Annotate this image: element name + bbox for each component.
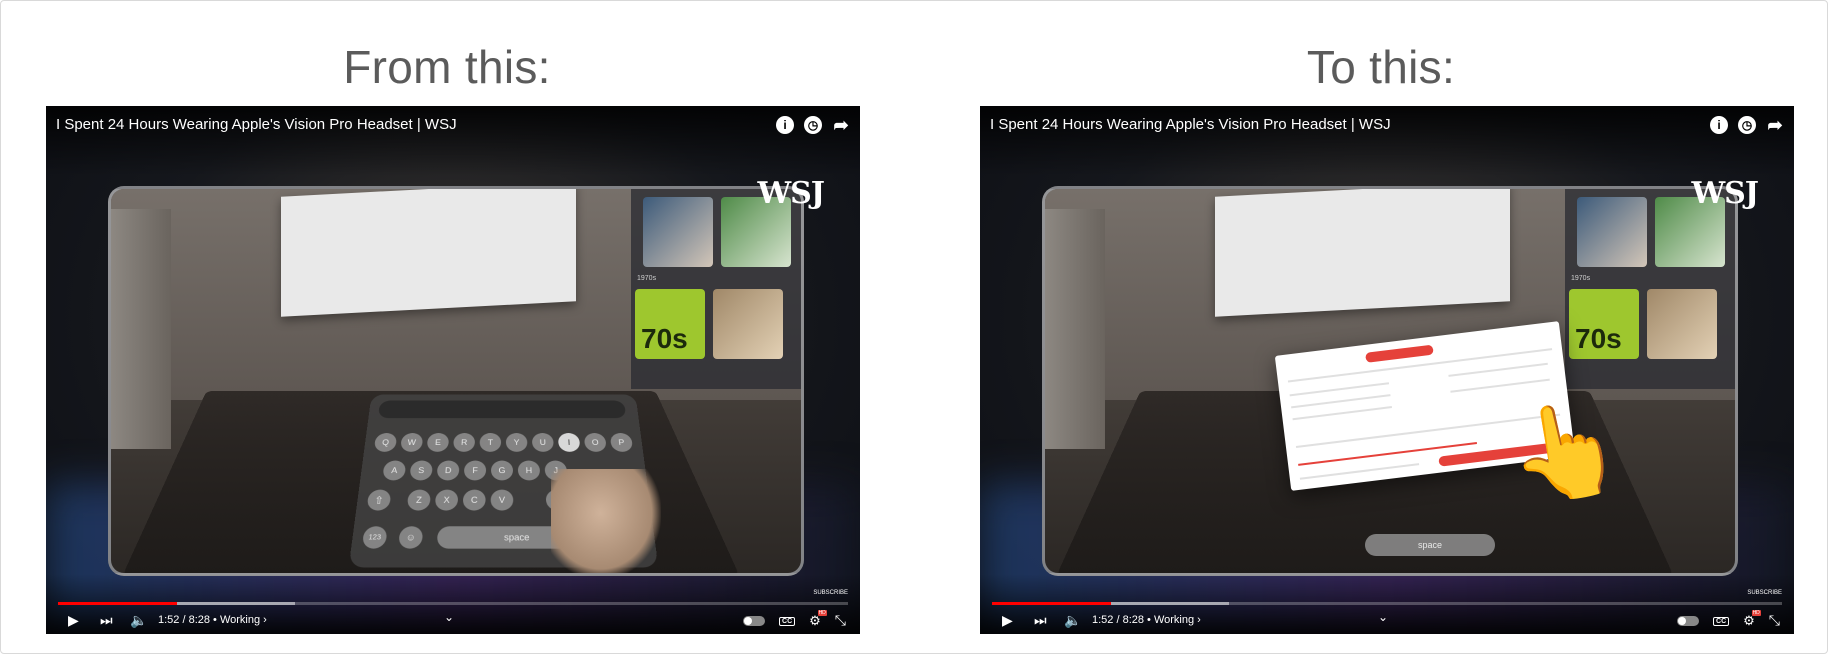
- control-bar: ▶ ⏭ 🔈 1:52 / 8:28 • Working › ⌄ CC ⚙ HD ⤡: [980, 610, 1794, 632]
- key: C: [463, 490, 486, 511]
- music-row-label: 1970s: [1571, 275, 1590, 282]
- key: Q: [374, 433, 397, 452]
- key: O: [584, 433, 607, 452]
- title-bar: I Spent 24 Hours Wearing Apple's Vision …: [46, 106, 860, 176]
- info-icon[interactable]: i: [776, 116, 794, 134]
- space-key: space: [1365, 534, 1495, 556]
- progress-bar[interactable]: [58, 602, 848, 605]
- progress-played: [992, 602, 1111, 605]
- album-cover: [1647, 289, 1717, 359]
- title-bar: I Spent 24 Hours Wearing Apple's Vision …: [980, 106, 1794, 176]
- selected-tab: [1365, 345, 1434, 363]
- key: F: [464, 461, 486, 481]
- video-frame[interactable]: 1970s 70s space WSJ 👆: [980, 106, 1794, 634]
- music-panel: 1970s 70s: [631, 189, 801, 389]
- virtual-window: [1215, 186, 1510, 317]
- subscribe-watermark[interactable]: SUBSCRIBE: [1747, 590, 1782, 596]
- video-title[interactable]: I Spent 24 Hours Wearing Apple's Vision …: [56, 116, 457, 133]
- video-player-after[interactable]: 1970s 70s space WSJ 👆 I Spent 24 Hours W…: [980, 106, 1794, 634]
- next-icon[interactable]: ⏭: [1034, 612, 1047, 630]
- album-cover: [1577, 197, 1647, 267]
- key: H: [518, 461, 540, 481]
- key: S: [409, 461, 432, 481]
- virtual-window: [281, 186, 576, 317]
- info-icon[interactable]: i: [1710, 116, 1728, 134]
- key: P: [610, 433, 633, 452]
- next-icon[interactable]: ⏭: [100, 612, 113, 630]
- pointing-hand-icon: 👆: [1501, 397, 1630, 507]
- album-cover: [643, 197, 713, 267]
- album-cover: 70s: [1569, 289, 1639, 359]
- play-icon[interactable]: ▶: [68, 612, 79, 630]
- cc-icon[interactable]: CC: [1713, 617, 1729, 626]
- video-frame[interactable]: 1970s 70s Q W E R T Y U I O P A S D F G: [46, 106, 860, 634]
- time-display[interactable]: 1:52 / 8:28 • Working ›: [158, 614, 267, 626]
- key: W: [400, 433, 423, 452]
- keyboard-input-bar: [378, 401, 626, 419]
- cc-icon[interactable]: CC: [779, 617, 795, 626]
- album-cover: 70s: [635, 289, 705, 359]
- key: U: [532, 433, 554, 452]
- to-heading: To this:: [974, 40, 1788, 94]
- progress-played: [58, 602, 177, 605]
- volume-icon[interactable]: 🔈: [1064, 612, 1081, 630]
- top-actions: i ◷ ➦: [776, 116, 850, 134]
- autoplay-toggle-icon[interactable]: [1677, 616, 1699, 626]
- key: X: [435, 490, 459, 511]
- key: T: [480, 433, 502, 452]
- key: R: [453, 433, 475, 452]
- time-display[interactable]: 1:52 / 8:28 • Working ›: [1092, 614, 1201, 626]
- video-player-before[interactable]: 1970s 70s Q W E R T Y U I O P A S D F G: [46, 106, 860, 634]
- top-actions: i ◷ ➦: [1710, 116, 1784, 134]
- album-cover: [713, 289, 783, 359]
- key: E: [427, 433, 450, 452]
- key: G: [491, 461, 513, 481]
- key: Y: [506, 433, 528, 452]
- clock-icon[interactable]: ◷: [804, 116, 822, 134]
- from-heading: From this:: [40, 40, 854, 94]
- key: I: [558, 433, 581, 452]
- wsj-logo: WSJ: [1691, 176, 1758, 211]
- video-title[interactable]: I Spent 24 Hours Wearing Apple's Vision …: [990, 116, 1391, 133]
- chevron-down-icon[interactable]: ⌄: [1378, 610, 1388, 624]
- share-icon[interactable]: ➦: [832, 116, 850, 134]
- clock-icon[interactable]: ◷: [1738, 116, 1756, 134]
- volume-icon[interactable]: 🔈: [130, 612, 147, 630]
- key: A: [382, 461, 406, 481]
- exit-fullscreen-icon[interactable]: ⤡: [1769, 612, 1780, 630]
- chevron-down-icon[interactable]: ⌄: [444, 610, 454, 624]
- control-bar: ▶ ⏭ 🔈 1:52 / 8:28 • Working › ⌄ CC ⚙ HD ⤡: [46, 610, 860, 632]
- key: D: [437, 461, 460, 481]
- wsj-logo: WSJ: [757, 176, 824, 211]
- progress-bar[interactable]: [992, 602, 1782, 605]
- emoji-key: ☺: [398, 526, 423, 548]
- settings-gear-icon[interactable]: ⚙ HD: [809, 613, 821, 629]
- key: V: [491, 490, 514, 511]
- vision-pro-view: 1970s 70s Q W E R T Y U I O P A S D F G: [108, 186, 804, 576]
- play-icon[interactable]: ▶: [1002, 612, 1013, 630]
- settings-gear-icon[interactable]: ⚙ HD: [1743, 613, 1755, 629]
- exit-fullscreen-icon[interactable]: ⤡: [835, 612, 846, 630]
- share-icon[interactable]: ➦: [1766, 116, 1784, 134]
- shift-key: ⇧: [366, 490, 391, 511]
- subscribe-watermark[interactable]: SUBSCRIBE: [813, 590, 848, 596]
- music-row-label: 1970s: [637, 275, 656, 282]
- key: Z: [407, 490, 431, 511]
- autoplay-toggle-icon[interactable]: [743, 616, 765, 626]
- music-panel: 1970s 70s: [1565, 189, 1735, 389]
- user-hand: [551, 469, 661, 576]
- numbers-key: 123: [362, 526, 388, 548]
